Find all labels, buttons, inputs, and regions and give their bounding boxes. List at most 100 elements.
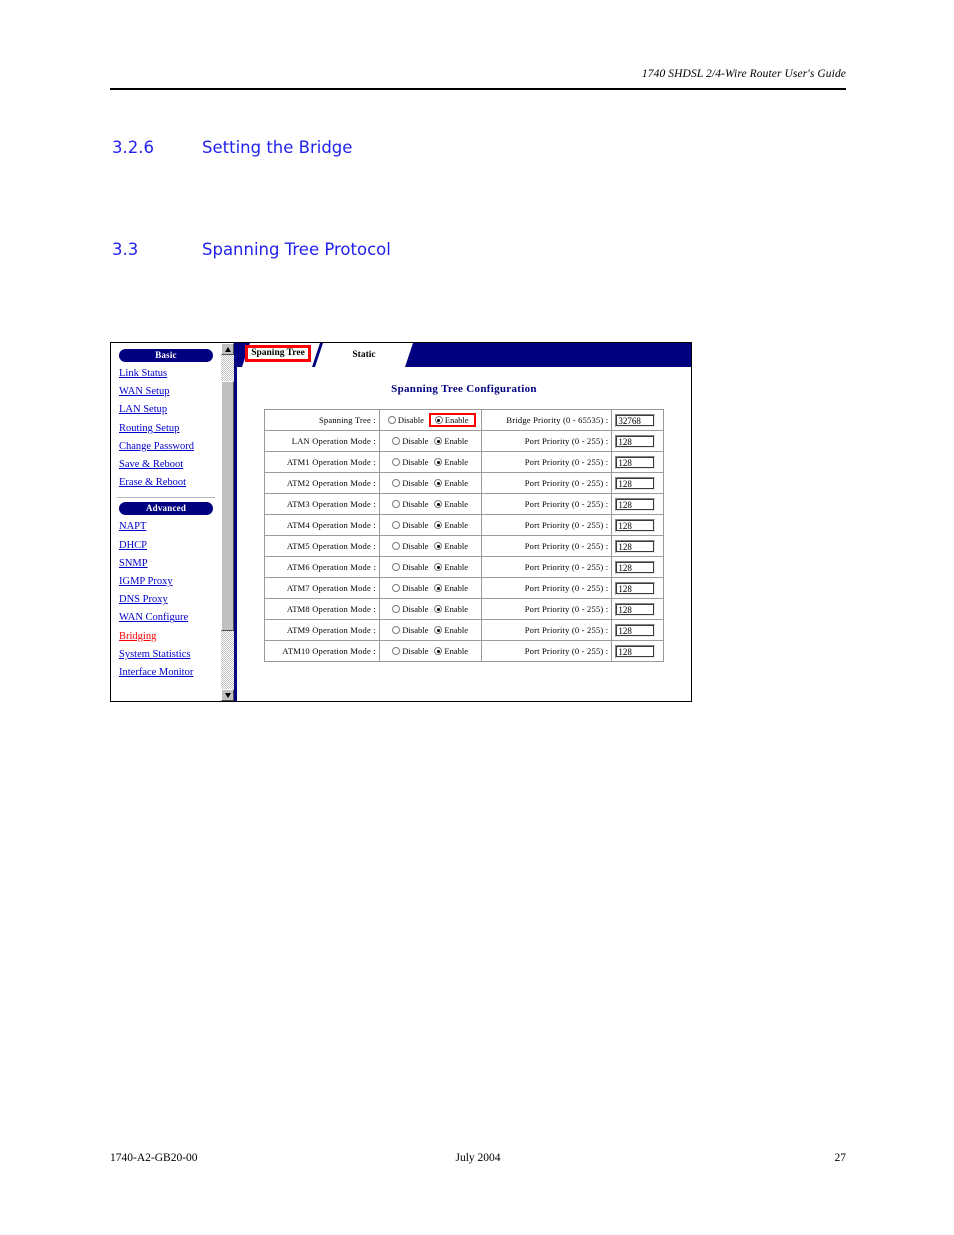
radio-icon — [434, 647, 443, 655]
priority-input-cell[interactable]: 128 — [611, 556, 664, 578]
row-radio-group[interactable]: Disable Enable — [378, 556, 482, 578]
radio-disable[interactable]: Disable — [392, 436, 428, 446]
priority-input[interactable]: 128 — [615, 623, 656, 637]
priority-input-cell[interactable]: 128 — [611, 619, 664, 641]
row-radio-group[interactable]: Disable Enable — [378, 514, 482, 536]
radio-disable[interactable]: Disable — [392, 562, 428, 572]
priority-input-cell[interactable]: 128 — [611, 640, 664, 662]
sidebar-item-napt[interactable]: NAPT — [111, 518, 221, 536]
row-radio-group[interactable]: Disable Enable — [378, 535, 482, 557]
radio-enable[interactable]: Enable — [434, 646, 468, 656]
radio-disable[interactable]: Disable — [392, 646, 428, 656]
radio-enable[interactable]: Enable — [434, 625, 468, 635]
caret-up-icon — [225, 347, 231, 352]
radio-icon — [392, 647, 401, 655]
table-row: Spanning Tree : Disable Enable Bridge Pri… — [264, 409, 664, 431]
sidebar-item-snmp[interactable]: SNMP — [111, 555, 221, 573]
radio-disable-label: Disable — [397, 415, 424, 425]
priority-input[interactable]: 32768 — [615, 413, 656, 427]
priority-input-cell[interactable]: 32768 — [611, 409, 664, 431]
priority-input-cell[interactable]: 128 — [611, 577, 664, 599]
priority-input-cell[interactable]: 128 — [611, 472, 664, 494]
sidebar-item-wan-setup[interactable]: WAN Setup — [111, 383, 221, 401]
sidebar-item-erase-reboot[interactable]: Erase & Reboot — [111, 474, 221, 492]
row-label: ATM2 Operation Mode : — [264, 472, 380, 494]
radio-enable[interactable]: Enable — [434, 520, 468, 530]
priority-input[interactable]: 128 — [615, 518, 656, 532]
radio-enable[interactable]: Enable — [434, 499, 468, 509]
sidebar-item-change-password[interactable]: Change Password — [111, 438, 221, 456]
section-number: 3.2.6 — [112, 138, 154, 157]
radio-disable[interactable]: Disable — [392, 604, 428, 614]
radio-enable-label: Enable — [444, 583, 468, 593]
radio-enable[interactable]: Enable — [434, 583, 468, 593]
priority-input-cell[interactable]: 128 — [611, 493, 664, 515]
priority-input-cell[interactable]: 128 — [611, 514, 664, 536]
sidebar-scrollbar[interactable] — [221, 343, 234, 701]
sidebar-item-dhcp[interactable]: DHCP — [111, 537, 221, 555]
row-radio-group[interactable]: Disable Enable — [378, 493, 482, 515]
priority-input-cell[interactable]: 128 — [611, 451, 664, 473]
radio-enable[interactable]: Enable — [434, 436, 468, 446]
priority-input-cell[interactable]: 128 — [611, 430, 664, 452]
radio-disable[interactable]: Disable — [387, 415, 424, 425]
priority-input[interactable]: 128 — [615, 539, 656, 553]
router-main-panel: Static Spaning Tree Spanning Tree Config… — [234, 343, 691, 701]
radio-enable-label: Enable — [444, 499, 468, 509]
row-radio-group[interactable]: Disable Enable — [378, 619, 482, 641]
sidebar-item-save-reboot[interactable]: Save & Reboot — [111, 456, 221, 474]
priority-input[interactable]: 128 — [615, 602, 656, 616]
radio-disable[interactable]: Disable — [392, 457, 428, 467]
priority-input-cell[interactable]: 128 — [611, 598, 664, 620]
table-row: ATM9 Operation Mode : Disable Enable Port… — [264, 619, 664, 641]
sidebar-item-link-status[interactable]: Link Status — [111, 365, 221, 383]
sidebar-item-lan-setup[interactable]: LAN Setup — [111, 401, 221, 419]
radio-disable[interactable]: Disable — [392, 520, 428, 530]
row-radio-group[interactable]: Disable Enable — [378, 451, 482, 473]
scroll-down-button[interactable] — [221, 689, 234, 701]
priority-label: Port Priority (0 - 255) : — [480, 535, 613, 557]
row-radio-group[interactable]: Disable Enable — [378, 577, 482, 599]
radio-enable-label: Enable — [444, 625, 468, 635]
radio-enable[interactable]: Enable — [434, 604, 468, 614]
sidebar-item-bridging[interactable]: Bridging — [111, 628, 221, 646]
priority-input[interactable]: 128 — [615, 476, 656, 490]
row-radio-group[interactable]: Disable Enable — [378, 640, 482, 662]
radio-disable[interactable]: Disable — [392, 583, 428, 593]
spanning-tree-config-table: Spanning Tree : Disable Enable Bridge Pri… — [264, 409, 664, 662]
scroll-up-button[interactable] — [221, 343, 234, 355]
sidebar-item-wan-configure[interactable]: WAN Configure — [111, 609, 221, 627]
priority-input[interactable]: 128 — [615, 644, 656, 658]
sidebar-item-interface-monitor[interactable]: Interface Monitor — [111, 664, 221, 682]
sidebar-item-system-statistics[interactable]: System Statistics — [111, 646, 221, 664]
radio-disable[interactable]: Disable — [392, 625, 428, 635]
scrollbar-thumb[interactable] — [221, 381, 234, 631]
radio-enable[interactable]: Enable — [434, 562, 468, 572]
radio-disable[interactable]: Disable — [392, 499, 428, 509]
radio-enable-label: Enable — [444, 478, 468, 488]
row-radio-group[interactable]: Disable Enable — [378, 430, 482, 452]
radio-icon — [392, 458, 401, 466]
radio-enable[interactable]: Enable — [434, 541, 468, 551]
sidebar-item-dns-proxy[interactable]: DNS Proxy — [111, 591, 221, 609]
radio-enable[interactable]: Enable — [434, 415, 469, 425]
sidebar-advanced-list: NAPT DHCP SNMP IGMP Proxy DNS Proxy WAN … — [111, 518, 221, 682]
sidebar-item-routing-setup[interactable]: Routing Setup — [111, 420, 221, 438]
priority-input[interactable]: 128 — [615, 497, 656, 511]
priority-input[interactable]: 128 — [615, 455, 656, 469]
priority-label: Port Priority (0 - 255) : — [480, 514, 613, 536]
radio-disable[interactable]: Disable — [392, 541, 428, 551]
tab-static[interactable]: Static — [315, 343, 413, 367]
row-radio-group[interactable]: Disable Enable — [378, 598, 482, 620]
sidebar-basic-list: Link Status WAN Setup LAN Setup Routing … — [111, 365, 221, 492]
priority-input-cell[interactable]: 128 — [611, 535, 664, 557]
priority-input[interactable]: 128 — [615, 581, 656, 595]
sidebar-item-igmp-proxy[interactable]: IGMP Proxy — [111, 573, 221, 591]
row-radio-group[interactable]: Disable Enable — [378, 472, 482, 494]
radio-disable[interactable]: Disable — [392, 478, 428, 488]
radio-enable[interactable]: Enable — [434, 478, 468, 488]
row-radio-group[interactable]: Disable Enable — [378, 409, 482, 431]
radio-enable[interactable]: Enable — [434, 457, 468, 467]
priority-input[interactable]: 128 — [615, 560, 656, 574]
priority-input[interactable]: 128 — [615, 434, 656, 448]
